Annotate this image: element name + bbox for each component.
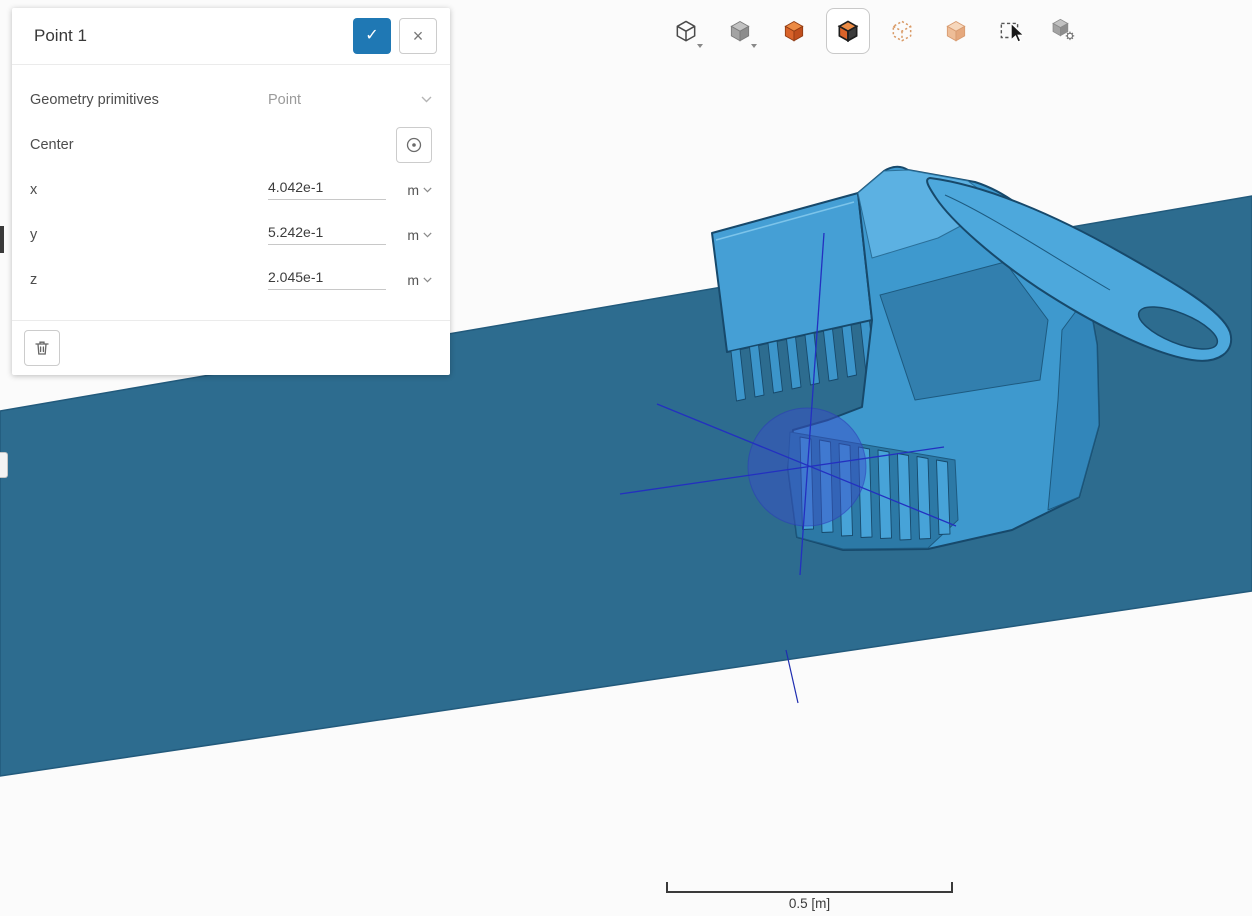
- z-unit-value: m: [407, 272, 419, 288]
- dropdown-arrow-icon: [751, 44, 757, 48]
- x-input[interactable]: 4.042e-1: [268, 179, 386, 200]
- scale-bar: 0.5 [m]: [666, 884, 953, 911]
- scale-bar-line: [666, 884, 953, 893]
- solid-color-view-button[interactable]: [772, 8, 816, 54]
- y-coordinate-row: y 5.242e-1 m: [12, 212, 450, 257]
- mouse-cursor: [1008, 22, 1028, 44]
- scale-bar-label: 0.5 [m]: [666, 896, 953, 911]
- y-unit-select[interactable]: m: [407, 227, 432, 243]
- topology-cube-icon: [835, 18, 861, 44]
- center-row: Center: [12, 122, 450, 167]
- panel-body: Geometry primitives Point Center x 4.042…: [12, 65, 450, 320]
- pale-cube-icon: [943, 18, 969, 44]
- z-label: z: [30, 272, 268, 288]
- x-label: x: [30, 182, 268, 198]
- chevron-down-icon: [421, 96, 432, 103]
- center-label: Center: [30, 137, 268, 153]
- z-coordinate-row: z 2.045e-1 m: [12, 257, 450, 302]
- y-label: y: [30, 227, 268, 243]
- panel-title: Point 1: [34, 26, 353, 46]
- wireframe-view-button[interactable]: [664, 8, 708, 54]
- x-unit-value: m: [407, 182, 419, 198]
- collapsed-panel-marker: [0, 226, 4, 253]
- x-unit-select[interactable]: m: [407, 182, 432, 198]
- wireframe-cube-icon: [673, 18, 699, 44]
- geometry-primitives-value: Point: [268, 92, 301, 108]
- geometry-primitives-row: Geometry primitives Point: [12, 77, 450, 122]
- chevron-down-icon: [423, 277, 432, 283]
- panel-header: Point 1 ✓ ×: [12, 8, 450, 65]
- gray-cube-icon: [727, 18, 753, 44]
- panel-collapse-handle[interactable]: [0, 452, 8, 478]
- close-button[interactable]: ×: [399, 18, 437, 54]
- z-unit-select[interactable]: m: [407, 272, 432, 288]
- apply-button[interactable]: ✓: [353, 18, 391, 54]
- chevron-down-icon: [423, 187, 432, 193]
- panel-footer: [12, 320, 450, 375]
- transparent-view-button[interactable]: [880, 8, 924, 54]
- geometry-primitives-label: Geometry primitives: [30, 92, 268, 108]
- pick-point-button[interactable]: [396, 127, 432, 163]
- target-icon: [404, 135, 424, 155]
- x-coordinate-row: x 4.042e-1 m: [12, 167, 450, 212]
- dropdown-arrow-icon: [697, 44, 703, 48]
- check-icon: ✓: [365, 27, 378, 44]
- scene-settings-button[interactable]: [1042, 8, 1086, 54]
- trash-icon: [33, 339, 51, 357]
- y-input[interactable]: 5.242e-1: [268, 224, 386, 245]
- shaded-view-button[interactable]: [718, 8, 762, 54]
- dotted-cube-icon: [889, 18, 915, 44]
- y-unit-value: m: [407, 227, 419, 243]
- close-icon: ×: [413, 26, 424, 46]
- orange-cube-icon: [781, 18, 807, 44]
- z-input[interactable]: 2.045e-1: [268, 269, 386, 290]
- delete-button[interactable]: [24, 330, 60, 366]
- faded-view-button[interactable]: [934, 8, 978, 54]
- point-panel: Point 1 ✓ × Geometry primitives Point Ce…: [12, 8, 450, 375]
- topology-view-button[interactable]: [826, 8, 870, 54]
- cube-settings-icon: [1051, 18, 1077, 44]
- geometry-primitives-select[interactable]: Point: [268, 92, 432, 108]
- chevron-down-icon: [423, 232, 432, 238]
